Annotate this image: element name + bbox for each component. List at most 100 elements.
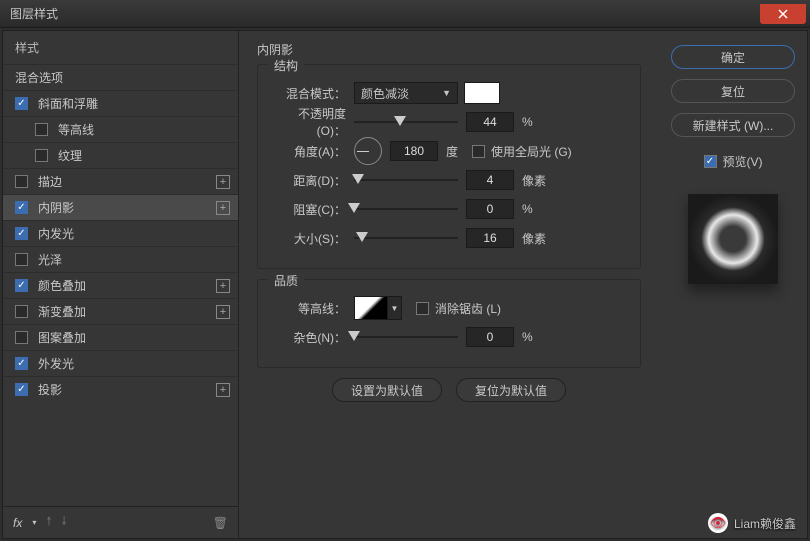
style-label: 内阴影: [38, 199, 216, 216]
choke-slider[interactable]: [354, 202, 458, 216]
size-input[interactable]: [466, 228, 514, 248]
opacity-slider[interactable]: [354, 115, 458, 129]
choke-label: 阻塞(C)：: [272, 201, 354, 218]
angle-dial[interactable]: [354, 137, 382, 165]
move-down-icon[interactable]: 🠗: [62, 512, 67, 533]
panel-title: 内阴影: [257, 41, 641, 58]
style-label: 内发光: [38, 225, 230, 242]
trash-icon[interactable]: 🗑: [213, 516, 228, 530]
add-effect-icon[interactable]: +: [216, 305, 230, 319]
reset-default-button[interactable]: 复位为默认值: [456, 378, 566, 402]
styles-panel: 样式 混合选项 斜面和浮雕等高线纹理描边+内阴影+内发光光泽颜色叠加+渐变叠加+…: [3, 31, 239, 538]
style-checkbox[interactable]: [15, 279, 28, 292]
new-style-button[interactable]: 新建样式 (W)...: [671, 113, 795, 137]
distance-label: 距离(D)：: [272, 172, 354, 189]
structure-label: 结构: [268, 57, 304, 74]
style-item-1[interactable]: 等高线: [3, 116, 238, 142]
style-item-4[interactable]: 内阴影+: [3, 194, 238, 220]
style-label: 图案叠加: [38, 329, 230, 346]
antialias-checkbox[interactable]: 消除锯齿 (L): [416, 300, 501, 317]
add-effect-icon[interactable]: +: [216, 175, 230, 189]
style-label: 渐变叠加: [38, 303, 216, 320]
cancel-button[interactable]: 复位: [671, 79, 795, 103]
chevron-down-icon: ▾: [32, 518, 36, 527]
watermark: 👁 Liam赖俊鑫: [708, 513, 796, 533]
add-effect-icon[interactable]: +: [216, 279, 230, 293]
preview-checkbox[interactable]: 预览(V): [704, 153, 763, 170]
add-effect-icon[interactable]: +: [216, 383, 230, 397]
move-up-icon[interactable]: 🠕: [46, 512, 51, 533]
style-item-6[interactable]: 光泽: [3, 246, 238, 272]
add-effect-icon[interactable]: +: [216, 201, 230, 215]
noise-unit: %: [522, 330, 533, 344]
style-item-3[interactable]: 描边+: [3, 168, 238, 194]
contour-dropdown[interactable]: ▼: [388, 296, 402, 320]
style-item-10[interactable]: 外发光: [3, 350, 238, 376]
quality-group: 品质 等高线： ▼ 消除锯齿 (L) 杂色(N)： %: [257, 279, 641, 368]
make-default-button[interactable]: 设置为默认值: [332, 378, 442, 402]
distance-input[interactable]: [466, 170, 514, 190]
color-swatch[interactable]: [464, 82, 500, 104]
style-item-5[interactable]: 内发光: [3, 220, 238, 246]
contour-label: 等高线：: [272, 300, 354, 317]
opacity-label: 不透明度(O)：: [272, 105, 354, 139]
size-unit: 像素: [522, 230, 546, 247]
style-label: 纹理: [58, 147, 230, 164]
style-item-11[interactable]: 投影+: [3, 376, 238, 402]
contour-picker[interactable]: [354, 296, 388, 320]
noise-input[interactable]: [466, 327, 514, 347]
blend-mode-select[interactable]: 颜色减淡▼: [354, 82, 458, 104]
angle-unit: 度: [446, 143, 458, 160]
global-light-checkbox[interactable]: 使用全局光 (G): [472, 143, 572, 160]
close-button[interactable]: [760, 4, 806, 24]
style-checkbox[interactable]: [35, 123, 48, 136]
size-label: 大小(S)：: [272, 230, 354, 247]
style-label: 等高线: [58, 121, 230, 138]
style-item-0[interactable]: 斜面和浮雕: [3, 90, 238, 116]
style-checkbox[interactable]: [15, 383, 28, 396]
settings-panel: 内阴影 结构 混合模式： 颜色减淡▼ 不透明度(O)： % 角度(: [239, 31, 659, 538]
style-label: 投影: [38, 381, 216, 398]
style-checkbox[interactable]: [35, 149, 48, 162]
close-icon: [778, 9, 788, 19]
style-checkbox[interactable]: [15, 357, 28, 370]
actions-panel: 确定 复位 新建样式 (W)... 预览(V): [659, 31, 807, 538]
style-item-8[interactable]: 渐变叠加+: [3, 298, 238, 324]
style-checkbox[interactable]: [15, 331, 28, 344]
opacity-input[interactable]: [466, 112, 514, 132]
choke-unit: %: [522, 202, 533, 216]
size-slider[interactable]: [354, 231, 458, 245]
blending-options-item[interactable]: 混合选项: [3, 64, 238, 90]
structure-group: 结构 混合模式： 颜色减淡▼ 不透明度(O)： % 角度(A)：: [257, 64, 641, 269]
style-checkbox[interactable]: [15, 201, 28, 214]
blend-mode-label: 混合模式：: [272, 85, 354, 102]
titlebar[interactable]: 图层样式: [0, 0, 810, 28]
window-title: 图层样式: [10, 5, 760, 22]
styles-header[interactable]: 样式: [3, 31, 238, 64]
layer-style-dialog: 图层样式 样式 混合选项 斜面和浮雕等高线纹理描边+内阴影+内发光光泽颜色叠加+…: [0, 0, 810, 541]
style-checkbox[interactable]: [15, 97, 28, 110]
style-item-7[interactable]: 颜色叠加+: [3, 272, 238, 298]
weibo-icon: 👁: [708, 513, 728, 533]
ok-button[interactable]: 确定: [671, 45, 795, 69]
style-item-9[interactable]: 图案叠加: [3, 324, 238, 350]
quality-label: 品质: [268, 272, 304, 289]
style-label: 光泽: [38, 251, 230, 268]
style-list: 斜面和浮雕等高线纹理描边+内阴影+内发光光泽颜色叠加+渐变叠加+图案叠加外发光投…: [3, 90, 238, 506]
default-buttons: 设置为默认值 复位为默认值: [257, 378, 641, 402]
style-checkbox[interactable]: [15, 175, 28, 188]
style-label: 颜色叠加: [38, 277, 216, 294]
style-label: 斜面和浮雕: [38, 95, 230, 112]
style-checkbox[interactable]: [15, 253, 28, 266]
opacity-unit: %: [522, 115, 533, 129]
fx-menu[interactable]: fx: [13, 516, 22, 530]
style-label: 描边: [38, 173, 216, 190]
angle-label: 角度(A)：: [272, 143, 354, 160]
style-checkbox[interactable]: [15, 227, 28, 240]
choke-input[interactable]: [466, 199, 514, 219]
angle-input[interactable]: [390, 141, 438, 161]
noise-slider[interactable]: [354, 330, 458, 344]
style-item-2[interactable]: 纹理: [3, 142, 238, 168]
distance-slider[interactable]: [354, 173, 458, 187]
style-checkbox[interactable]: [15, 305, 28, 318]
